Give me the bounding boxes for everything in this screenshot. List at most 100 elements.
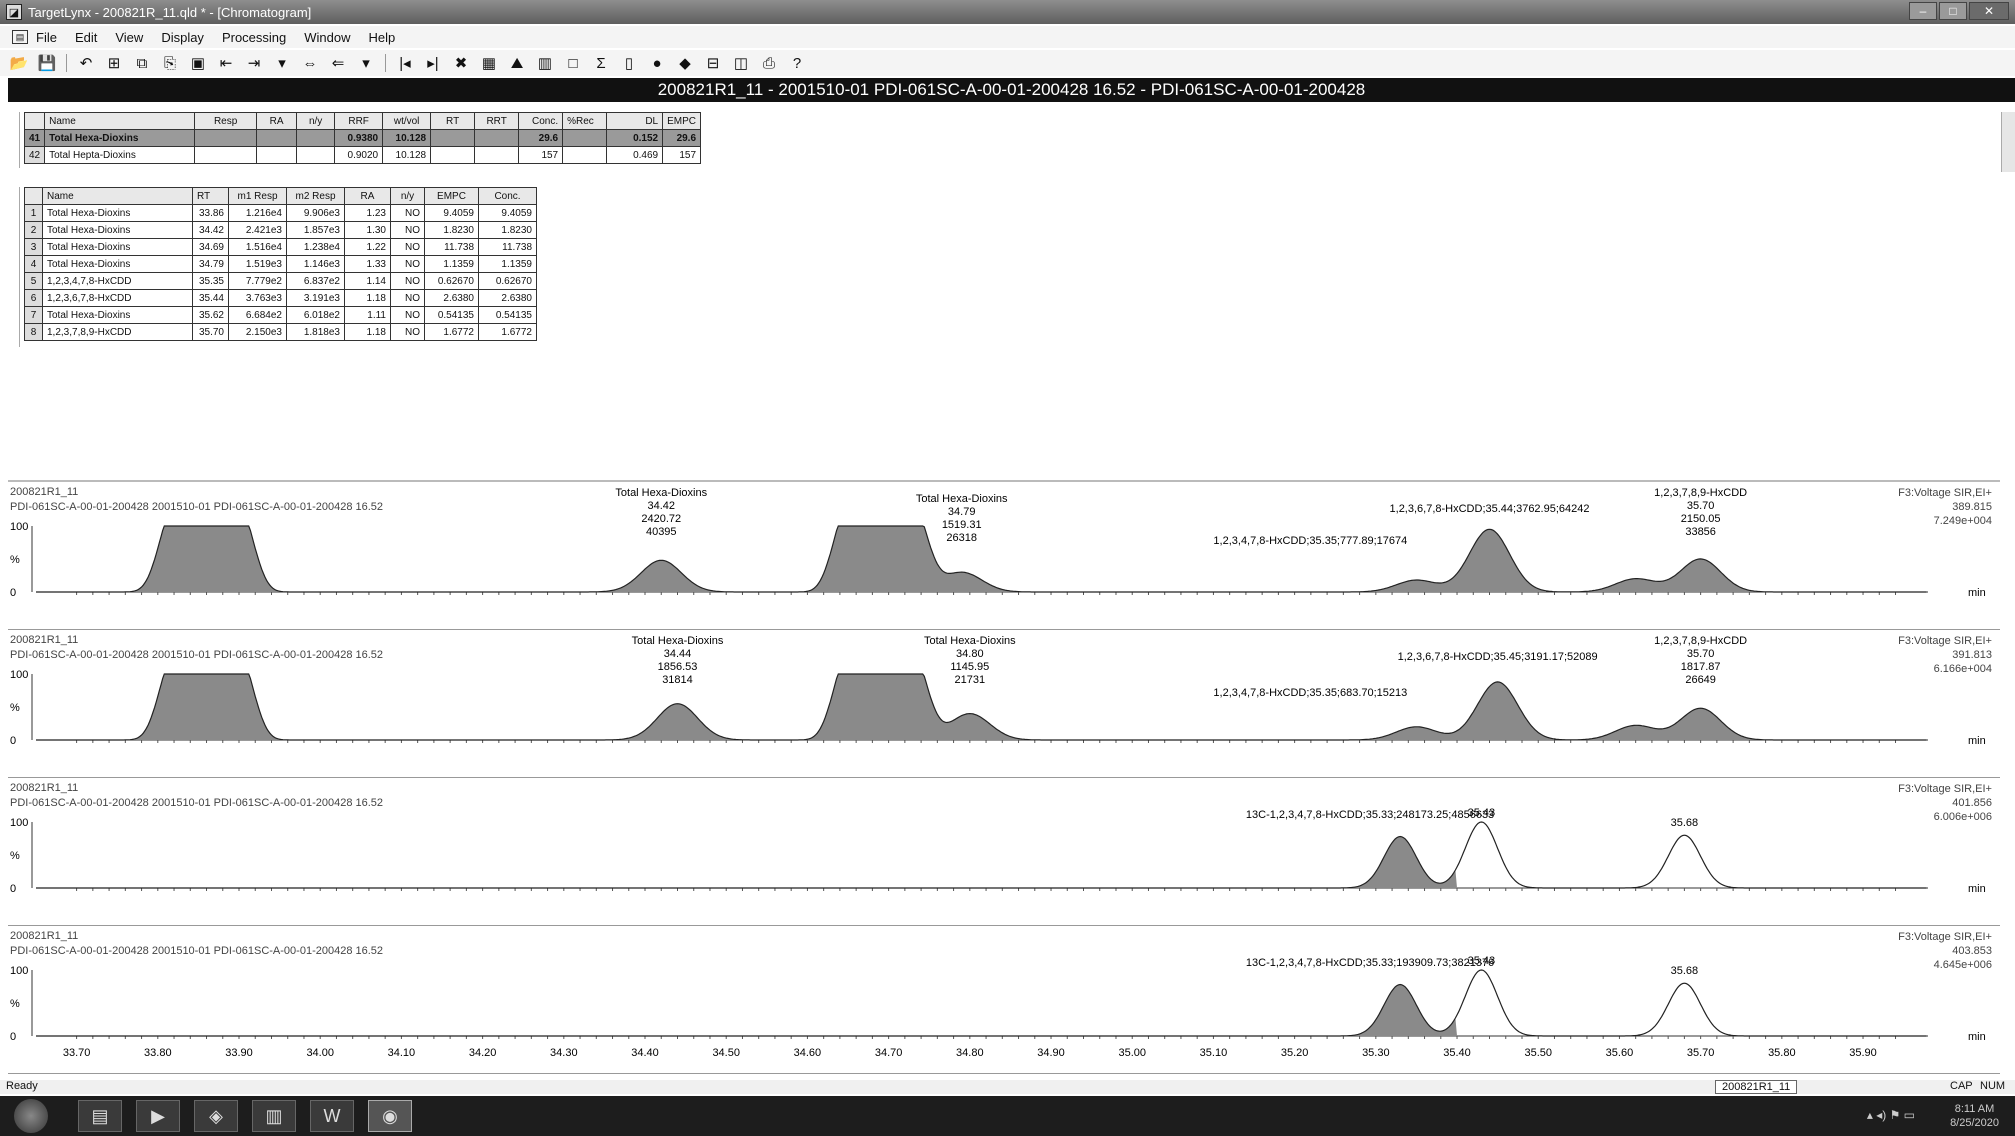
column-header[interactable]: n/y [390,187,425,205]
targetlynx-task-icon[interactable]: ◉ [368,1100,412,1132]
open-icon[interactable]: 📂 [8,52,30,74]
table-row[interactable]: 8 1,2,3,7,8,9-HxCDD 35.70 2.150e3 1.818e3 1.1… [24,323,537,341]
column-header[interactable]: Conc. [478,187,537,205]
column-header[interactable]: RA [344,187,391,205]
arrows-left-icon[interactable]: ⇐ [327,52,349,74]
table-cell: 33.86 [192,204,229,222]
split-icon[interactable]: ⊟ [702,52,724,74]
menu-view[interactable]: View [115,30,143,45]
column-header[interactable]: %Rec [562,112,608,130]
chromatogram-panel[interactable]: 200821R1_11 PDI-061SC-A-00-01-200428 2001… [8,926,2000,1074]
vertical-scrollbar[interactable] [2001,112,2015,172]
sum-icon[interactable]: Σ [590,52,612,74]
table-row[interactable]: 3 Total Hexa-Dioxins 34.69 1.516e4 1.238e4 1.… [24,238,537,256]
column-header[interactable]: n/y [296,112,336,130]
help-icon[interactable]: ? [786,52,808,74]
column-header[interactable]: m1 Resp [228,187,287,205]
next-icon[interactable]: ⇥ [243,52,265,74]
tag-icon[interactable]: ◆ [674,52,696,74]
column-header[interactable]: Name [42,187,193,205]
page-icon[interactable]: ▯ [618,52,640,74]
column-header[interactable]: RT [192,187,229,205]
maximize-icon[interactable]: □ [1939,2,1967,20]
media-player-icon[interactable]: ▶ [136,1100,180,1132]
minimize-icon[interactable]: – [1909,2,1937,20]
menu-display[interactable]: Display [161,30,204,45]
app-icon-2[interactable]: ▥ [252,1100,296,1132]
copy-icon[interactable]: ⧉ [131,52,153,74]
undo-icon[interactable]: ↶ [75,52,97,74]
x-tick-label: 35.60 [1606,1047,1634,1059]
table-cell: NO [390,306,425,324]
table-row[interactable]: 2 Total Hexa-Dioxins 34.42 2.421e3 1.857e3 1.… [24,221,537,239]
document-icon[interactable]: ▤ [12,30,28,44]
grid-icon[interactable]: ▦ [478,52,500,74]
table-row[interactable]: 7 Total Hexa-Dioxins 35.62 6.684e2 6.018e2 1.… [24,306,537,324]
chromatogram-panel[interactable]: 200821R1_11 PDI-061SC-A-00-01-200428 2001… [8,482,2000,630]
column-header[interactable]: RRF [334,112,384,130]
start-button[interactable] [14,1099,48,1133]
chromatogram-panel[interactable]: 200821R1_11 PDI-061SC-A-00-01-200428 2001… [8,630,2000,778]
app-icon-1[interactable]: ◈ [194,1100,238,1132]
column-header[interactable]: m2 Resp [286,187,345,205]
column-header[interactable]: Resp [194,112,258,130]
table-row[interactable]: 42 Total Hepta-Dioxins 0.9020 10.128 157… [23,146,702,164]
menu-window[interactable]: Window [304,30,350,45]
column-header[interactable]: Conc. [518,112,564,130]
word-icon[interactable]: W [310,1100,354,1132]
chromatogram-trace[interactable] [36,969,1927,1037]
chromatogram-trace[interactable] [36,821,1927,889]
paste-icon[interactable]: ⎘ [159,52,181,74]
column-header[interactable]: Name [44,112,196,130]
integrated-peak-area[interactable] [1343,984,1458,1036]
column-header[interactable]: DL [606,112,664,130]
table-row[interactable]: 5 1,2,3,4,7,8-HxCDD 35.35 7.779e2 6.837e2 1.1… [24,272,537,290]
column-header[interactable]: RT [430,112,476,130]
table-row[interactable]: 41 Total Hexa-Dioxins 0.9380 10.128 29.6… [23,129,702,147]
print-icon[interactable]: ⎙ [758,52,780,74]
menu-help[interactable]: Help [369,30,396,45]
column-header[interactable]: RA [256,112,298,130]
system-tray[interactable]: ▴ ◂) ⚑ ▭ [1867,1108,1915,1122]
explorer-icon[interactable]: ▤ [78,1100,122,1132]
menu-edit[interactable]: Edit [75,30,97,45]
peak-annotation: 13C-1,2,3,4,7,8-HxCDD;35.33;193909.73;38… [1246,957,1494,969]
save-icon[interactable]: 💾 [36,52,58,74]
column-header[interactable]: wt/vol [382,112,432,130]
dropdown-icon[interactable]: ▾ [271,52,293,74]
window-icon[interactable]: ▣ [187,52,209,74]
delete-icon[interactable]: ✖ [450,52,472,74]
prev-icon[interactable]: ⇤ [215,52,237,74]
table-row[interactable]: 4 Total Hexa-Dioxins 34.79 1.519e3 1.146e3 1.… [24,255,537,273]
table-row[interactable]: 6 1,2,3,6,7,8-HxCDD 35.44 3.763e3 3.191e3 1.1… [24,289,537,307]
chromatogram-plot[interactable]: 100% 0 min 13C-1,2,3,4,7,8-HxCDD;35.33;2481… [8,778,2000,926]
table-cell: 34.42 [192,221,229,239]
chromatogram-plot[interactable]: 100% 0 min 13C-1,2,3,4,7,8-HxCDD;35.33;1939… [8,926,2000,1074]
status-num: NUM [1980,1080,2006,1092]
column-header[interactable] [24,187,43,205]
close-icon[interactable]: ✕ [1969,2,2009,20]
dropdown2-icon[interactable]: ▾ [355,52,377,74]
arrows-icon[interactable]: ⇔ [299,52,321,74]
last-icon[interactable]: ▸| [422,52,444,74]
column-header[interactable]: EMPC [662,112,702,130]
record-icon[interactable]: ● [646,52,668,74]
bar-chart-icon[interactable]: ▥ [534,52,556,74]
column-header[interactable]: RRT [474,112,520,130]
column-header[interactable] [23,112,46,130]
chromatogram-panel[interactable]: 200821R1_11 PDI-061SC-A-00-01-200428 2001… [8,778,2000,926]
column-header[interactable]: EMPC [424,187,479,205]
table-cell [194,146,258,164]
peak-icon[interactable]: ⛰ [506,52,528,74]
chromatogram-plot[interactable]: 100%0 minTotal Hexa-Dioxins34.441856.5331… [8,630,2000,778]
columns-icon[interactable]: ◫ [730,52,752,74]
chromatogram-plot[interactable]: 100%0 minTotal Hexa-Dioxins34.422420.7240… [8,482,2000,630]
clock[interactable]: 8:11 AM 8/25/2020 [1950,1102,1999,1130]
integrated-peak-area[interactable] [1343,836,1458,888]
menu-file[interactable]: File [36,30,57,45]
table-row[interactable]: 1 Total Hexa-Dioxins 33.86 1.216e4 9.906e3 1.… [24,204,537,222]
chart-icon[interactable]: ⊞ [103,52,125,74]
first-icon[interactable]: |◂ [394,52,416,74]
square-icon[interactable]: □ [562,52,584,74]
menu-processing[interactable]: Processing [222,30,286,45]
